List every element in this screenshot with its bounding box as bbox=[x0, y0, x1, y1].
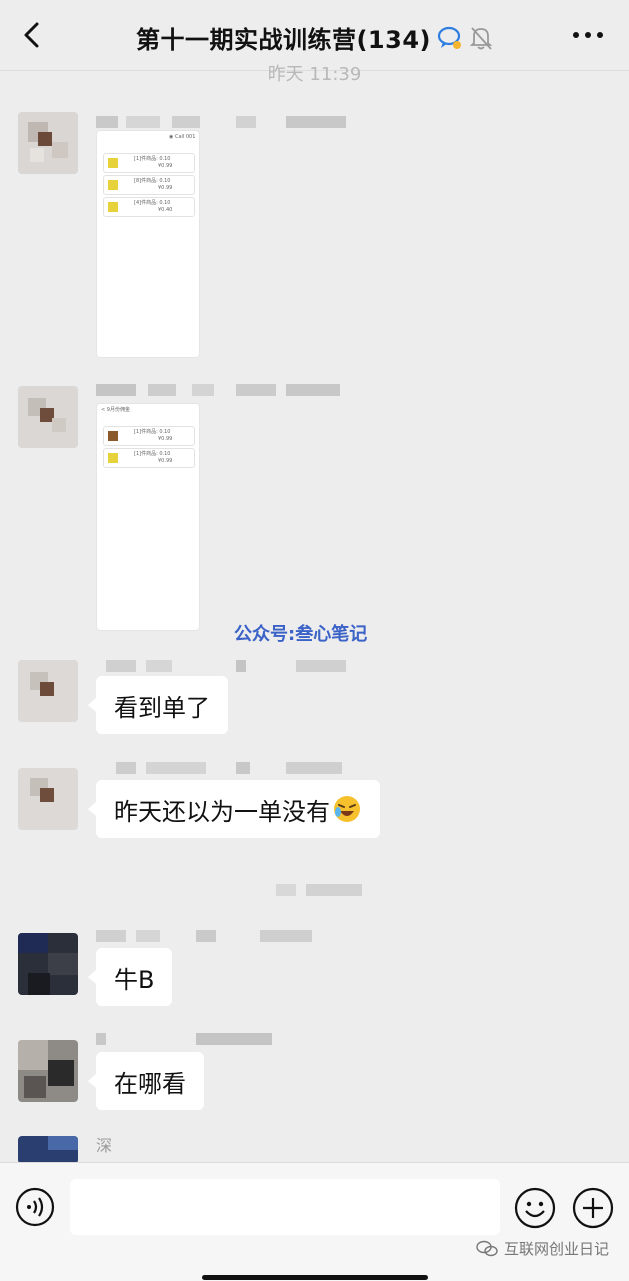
wechat-logo-icon bbox=[476, 1240, 498, 1256]
mini-card-text: [4]件商品: 0.10 bbox=[134, 200, 171, 206]
text-bubble[interactable]: 昨天还以为一单没有 bbox=[88, 780, 380, 838]
mini-order-card: [4]件商品: 0.10 ¥0.40 bbox=[103, 197, 195, 217]
mini-thumbnail bbox=[108, 180, 118, 190]
sender-name-blurred bbox=[96, 384, 346, 396]
avatar[interactable] bbox=[18, 386, 78, 448]
bell-off-icon bbox=[469, 26, 493, 50]
chat-title-wrap: 第十一期实战训练营(134) bbox=[0, 20, 629, 55]
text-bubble-text: 昨天还以为一单没有 bbox=[114, 797, 330, 826]
mini-thumbnail bbox=[108, 453, 118, 463]
avatar[interactable] bbox=[18, 768, 78, 830]
avatar[interactable] bbox=[18, 660, 78, 722]
mini-card-price: ¥0.40 bbox=[158, 207, 173, 213]
text-bubble[interactable]: 在哪看 bbox=[88, 1052, 204, 1110]
avatar[interactable] bbox=[18, 933, 78, 995]
image-message[interactable]: ◉ Call 001 [1]件商品: 0.10 ¥0.99 [8]件商品: 0.… bbox=[96, 130, 200, 358]
mini-order-card: [1]件商品: 0.10 ¥0.99 bbox=[103, 448, 195, 468]
mini-card-text: [1]件商品: 0.10 bbox=[134, 451, 171, 457]
sender-name-fragment: 深 bbox=[96, 1136, 113, 1155]
sender-name-blurred bbox=[96, 930, 316, 942]
watermark-label: 互联网创业日记 bbox=[503, 1240, 609, 1258]
message-input[interactable] bbox=[70, 1179, 500, 1235]
text-bubble[interactable]: 牛B bbox=[87, 948, 173, 1006]
image-message[interactable]: < 9月份佣金 [1]件商品: 0.10 ¥0.99 [1]件商品: 0.10 … bbox=[96, 403, 200, 631]
emoji-icon[interactable] bbox=[514, 1187, 556, 1229]
system-notice-blurred bbox=[276, 884, 366, 896]
sender-name-blurred bbox=[96, 1033, 276, 1045]
mini-card-price: ¥0.99 bbox=[158, 458, 173, 464]
voice-icon[interactable] bbox=[15, 1187, 55, 1227]
more-dots-icon[interactable] bbox=[571, 20, 605, 50]
sender-name-blurred bbox=[96, 116, 356, 128]
bottom-watermark: 互联网创业日记 bbox=[476, 1238, 609, 1259]
watermark-text: 公众号:叁心笔记 bbox=[234, 624, 368, 645]
mini-status: ◉ Call 001 bbox=[169, 134, 196, 140]
avatar[interactable] bbox=[18, 112, 78, 174]
text-bubble[interactable]: 看到单了 bbox=[88, 676, 228, 734]
mini-card-text: [1]件商品: 0.10 bbox=[134, 156, 171, 162]
message-timestamp: 昨天 11:39 bbox=[267, 64, 362, 85]
mini-card-price: ¥0.99 bbox=[158, 185, 173, 191]
input-bar bbox=[0, 1162, 629, 1281]
mini-card-price: ¥0.99 bbox=[158, 163, 173, 169]
mini-card-price: ¥0.99 bbox=[158, 436, 173, 442]
mini-title: < 9月份佣金 bbox=[101, 407, 130, 413]
mini-order-card: [8]件商品: 0.10 ¥0.99 bbox=[103, 175, 195, 195]
sender-name-blurred bbox=[96, 660, 346, 672]
laughing-emoji-icon bbox=[334, 796, 360, 822]
mini-card-text: [8]件商品: 0.10 bbox=[134, 178, 171, 184]
avatar[interactable] bbox=[18, 1040, 78, 1102]
mini-thumbnail bbox=[108, 431, 118, 441]
avatar[interactable] bbox=[18, 1136, 78, 1164]
plus-icon[interactable] bbox=[572, 1187, 614, 1229]
mini-thumbnail bbox=[108, 202, 118, 212]
mini-card-text: [1]件商品: 0.10 bbox=[134, 429, 171, 435]
chat-title[interactable]: 第十一期实战训练营(134) bbox=[136, 20, 431, 55]
sender-name-blurred bbox=[96, 762, 346, 774]
mini-order-card: [1]件商品: 0.10 ¥0.99 bbox=[103, 426, 195, 446]
home-indicator bbox=[202, 1275, 428, 1280]
mini-thumbnail bbox=[108, 158, 118, 168]
chat-bubble-icon bbox=[437, 26, 462, 49]
mini-order-card: [1]件商品: 0.10 ¥0.99 bbox=[103, 153, 195, 173]
